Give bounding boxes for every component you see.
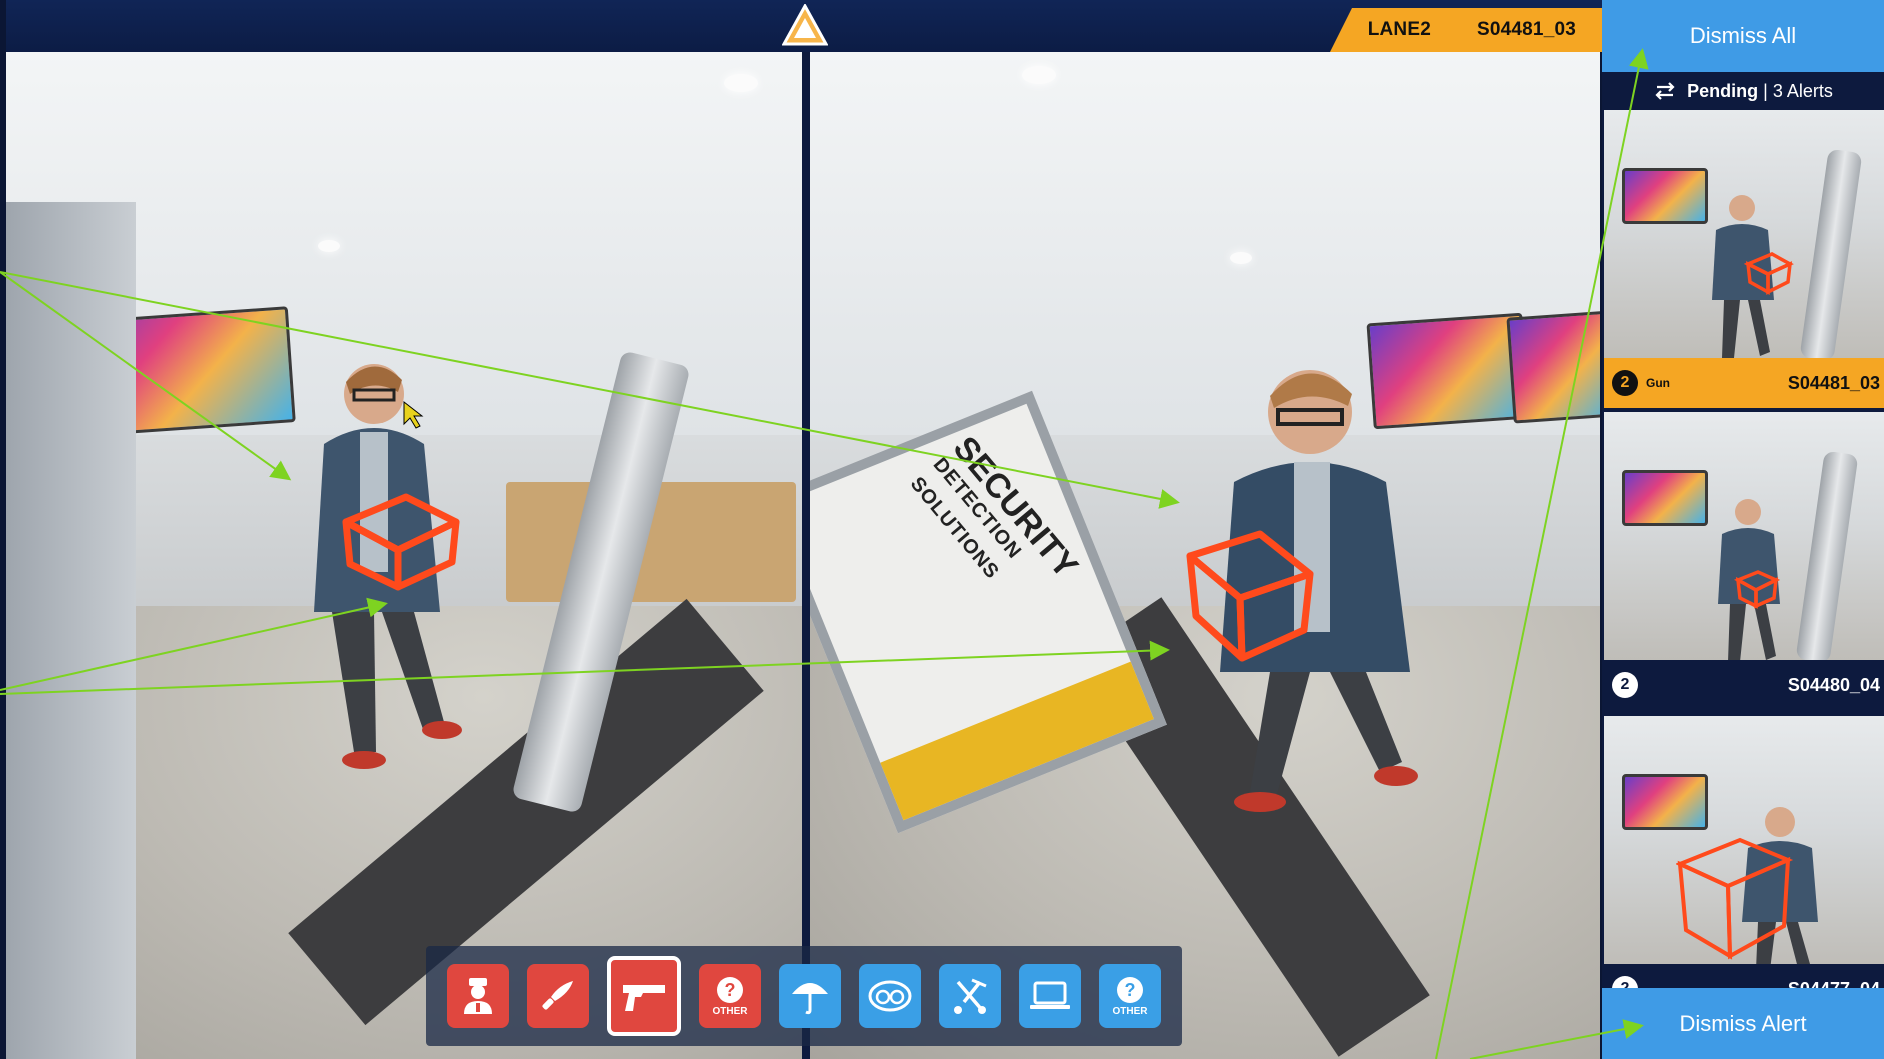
tool-button-security-guard[interactable]	[447, 964, 509, 1028]
detection-pillar	[1795, 450, 1859, 660]
tool-button-label: OTHER	[1112, 1006, 1148, 1017]
laptop-icon	[1030, 981, 1070, 1009]
tool-button-stroller[interactable]	[939, 964, 1001, 1028]
swap-arrows-icon[interactable]	[1653, 82, 1677, 100]
alert-number: 2	[1612, 976, 1638, 988]
threat-box	[1744, 252, 1794, 295]
lane-badge: LANE2 S04481_03	[1330, 8, 1602, 52]
alert-thumbnail	[1604, 110, 1884, 358]
threat-box-right	[1186, 530, 1314, 662]
tool-button-gun[interactable]	[607, 956, 681, 1036]
umbrella-icon	[792, 983, 828, 1015]
ceiling-light	[724, 74, 758, 92]
camera-right[interactable]: SECURITY DETECTION SOLUTIONS	[810, 52, 1600, 1059]
threat-box	[1676, 837, 1794, 960]
alert-number: 2	[1612, 672, 1638, 698]
alert-card[interactable]: 2 S04477_04	[1604, 716, 1884, 988]
alert-card[interactable]: 2 S04480_04	[1604, 412, 1884, 710]
glasses-case-icon	[868, 980, 912, 1012]
alert-card-bar: 2 S04480_04	[1604, 660, 1884, 710]
view-divider	[802, 52, 810, 1059]
question-icon: ?	[717, 977, 743, 1003]
alert-thumbnail	[1604, 412, 1884, 660]
tool-button-umbrella[interactable]	[779, 964, 841, 1028]
alert-id: S04480_04	[1787, 674, 1880, 695]
threat-box	[1734, 570, 1780, 609]
wall-tv	[1622, 774, 1708, 830]
alert-id: S04481_03	[1787, 372, 1880, 393]
alert-card[interactable]: 2 Gun S04481_03	[1604, 110, 1884, 408]
svg-text:?: ?	[725, 980, 736, 1000]
dismiss-alert-button[interactable]: Dismiss Alert	[1602, 988, 1884, 1059]
tool-button-laptop[interactable]	[1019, 964, 1081, 1028]
warning-triangle-icon	[782, 4, 828, 46]
tool-button-glasses-case[interactable]	[859, 964, 921, 1028]
wall-tv	[1622, 470, 1708, 526]
ceiling-light	[1230, 252, 1252, 264]
tool-button-other-threat[interactable]: ? OTHER	[699, 964, 761, 1028]
dismiss-all-button[interactable]: Dismiss All	[1602, 0, 1884, 72]
ceiling-light	[1022, 66, 1056, 84]
camera-left[interactable]	[6, 52, 802, 1059]
gun-icon	[623, 985, 665, 1011]
knife-icon	[542, 981, 573, 1010]
tool-button-knife[interactable]	[527, 964, 589, 1028]
scan-id-label: S04481_03	[1476, 19, 1576, 40]
wall-tv	[1506, 310, 1600, 424]
security-guard-icon	[464, 978, 492, 1014]
screening-app: LANE2 S04481_03 SECURITY DETECTION SOLUT…	[0, 0, 1884, 1059]
alert-id: S04477_04	[1788, 979, 1880, 989]
ceiling-light	[318, 240, 340, 252]
question-icon: ?	[1117, 977, 1143, 1003]
alert-thumbnail	[1604, 716, 1884, 964]
alerts-panel: Dismiss All Pending | 3 Alerts 2 Gun S04…	[1602, 0, 1884, 1059]
alert-card-bar: 2 Gun S04481_03	[1604, 358, 1884, 408]
threat-category-toolbar: ? OTHER ? OTHER	[426, 946, 1182, 1046]
stroller-icon	[954, 978, 987, 1014]
pending-label: Pending	[1687, 80, 1759, 101]
threat-box-left	[342, 493, 460, 591]
svg-text:?: ?	[1125, 980, 1136, 1000]
pending-header: Pending | 3 Alerts	[1602, 72, 1884, 110]
alert-card-bar: 2 S04477_04	[1604, 964, 1884, 988]
alert-type: Gun	[1646, 376, 1670, 390]
alert-number: 2	[1612, 370, 1638, 396]
tool-button-other-item[interactable]: ? OTHER	[1099, 964, 1161, 1028]
lane-label: LANE2	[1367, 19, 1431, 40]
scanner-panel	[6, 202, 136, 1059]
tool-button-label: OTHER	[712, 1006, 748, 1017]
pending-count: | 3 Alerts	[1763, 80, 1833, 101]
detection-pillar	[1799, 148, 1863, 358]
